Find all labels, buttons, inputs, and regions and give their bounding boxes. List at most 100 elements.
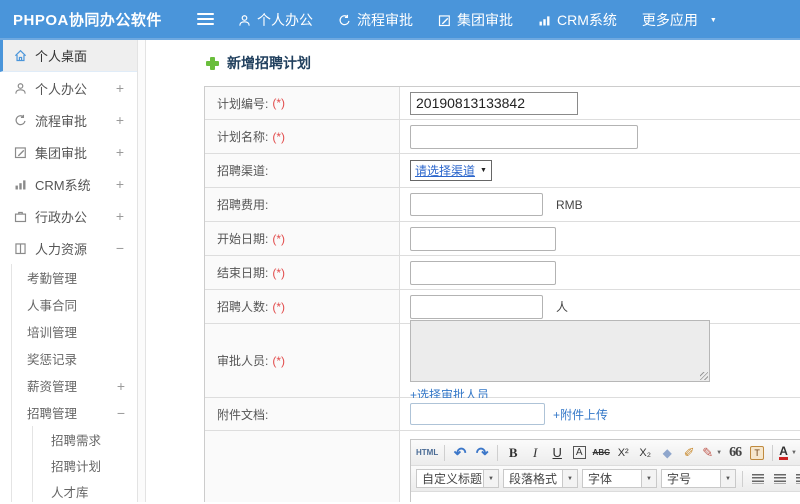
expand-icon[interactable]: + xyxy=(116,144,124,160)
nav-item-personal-office[interactable]: 个人办公 xyxy=(238,10,313,30)
fee-input[interactable] xyxy=(410,193,543,216)
form-row-fee: 招聘费用: RMB xyxy=(205,188,800,222)
form-row-channel: 招聘渠道: 请选择渠道 ▼ xyxy=(205,154,800,188)
fee-unit: RMB xyxy=(556,197,583,212)
plan-name-input[interactable] xyxy=(410,124,638,149)
user-icon xyxy=(14,82,27,95)
collapse-icon[interactable]: − xyxy=(116,240,124,256)
superscript-button[interactable]: X² xyxy=(613,443,633,463)
strikethrough-button[interactable]: ABC xyxy=(591,443,611,463)
nav-item-process-approval[interactable]: 流程审批 xyxy=(338,10,413,30)
sidebar-item-admin-office[interactable]: 行政办公 + xyxy=(0,200,137,232)
sidebar-item-reward-record[interactable]: 奖惩记录 xyxy=(12,345,137,372)
sidebar-item-hr-contract[interactable]: 人事合同 xyxy=(12,291,137,318)
user-icon xyxy=(238,14,251,27)
required-marker: (*) xyxy=(272,299,286,314)
plan-no-input[interactable] xyxy=(410,91,578,115)
underline-button[interactable]: U xyxy=(547,443,567,463)
redo-button[interactable]: ↷ xyxy=(472,443,492,463)
expand-icon[interactable]: + xyxy=(116,80,124,96)
hamburger-menu-icon[interactable] xyxy=(197,13,214,28)
expand-icon[interactable]: + xyxy=(117,378,125,394)
end-date-label: 结束日期: xyxy=(217,266,269,280)
app-logo: PHPOA协同办公软件 xyxy=(13,11,162,29)
main-content: 新增招聘计划 计划编号: (*) 计划名称: (*) xyxy=(146,40,800,502)
resize-handle[interactable] xyxy=(700,372,708,380)
font-size-combo[interactable]: 字号 ▼ xyxy=(661,469,736,488)
required-marker: (*) xyxy=(272,231,286,246)
top-nav: 个人办公 流程审批 集团审批 CRM系统 更多应用 ▼ xyxy=(238,0,717,40)
headcount-input[interactable] xyxy=(410,294,543,319)
submenu: 考勤管理 人事合同 培训管理 奖惩记录 薪资管理 + 招聘管理 − 招聘需求 招… xyxy=(11,264,137,502)
source-code-button[interactable]: HTML xyxy=(415,443,439,463)
form-row-editor: HTML↶↷BIUAABCX²X₂◆✐✎▼66TA▼ab▼ 自定义标题 ▼ 段落… xyxy=(205,431,800,502)
eraser-button[interactable]: ◆ xyxy=(657,443,677,463)
editor-body[interactable] xyxy=(411,492,800,502)
sidebar-scrollbar[interactable] xyxy=(137,40,146,502)
auto-typeset-button[interactable]: A xyxy=(569,443,589,463)
align-right-button[interactable] xyxy=(792,469,800,489)
editor-toolbar-row1: HTML↶↷BIUAABCX²X₂◆✐✎▼66TA▼ab▼ xyxy=(411,440,800,466)
sidebar-item-process-approval[interactable]: 流程审批 + xyxy=(0,104,137,136)
format-painter-button[interactable]: ✐ xyxy=(679,443,699,463)
align-center-button[interactable] xyxy=(770,469,790,489)
submenu: 招聘需求 招聘计划 人才库 xyxy=(32,426,137,502)
nav-item-more-apps[interactable]: 更多应用 ▼ xyxy=(642,10,717,30)
sidebar-item-personal-desktop[interactable]: 个人桌面 xyxy=(0,40,137,72)
sidebar-item-group-approval[interactable]: 集团审批 + xyxy=(0,136,137,168)
collapse-icon[interactable]: − xyxy=(117,405,125,421)
caret-down-icon: ▼ xyxy=(484,469,499,488)
font-color-button[interactable]: A ▼ xyxy=(778,443,798,463)
approver-textarea[interactable] xyxy=(410,320,710,382)
blockquote-button[interactable]: 66 xyxy=(725,443,745,463)
font-family-combo[interactable]: 字体 ▼ xyxy=(582,469,657,488)
form-row-plan-name: 计划名称: (*) xyxy=(205,120,800,154)
expand-icon[interactable]: + xyxy=(116,176,124,192)
sidebar-item-salary[interactable]: 薪资管理 + xyxy=(12,372,137,399)
bold-button[interactable]: B xyxy=(503,443,523,463)
sidebar-item-training[interactable]: 培训管理 xyxy=(12,318,137,345)
sidebar: 个人桌面 个人办公 + 流程审批 + 集团审批 + CRM系统 + 行政办公 +… xyxy=(0,40,137,502)
undo-button[interactable]: ↶ xyxy=(450,443,470,463)
caret-down-icon: ▼ xyxy=(709,16,717,24)
start-date-input[interactable] xyxy=(410,226,556,251)
custom-title-combo[interactable]: 自定义标题 ▼ xyxy=(416,469,499,488)
attachment-input[interactable] xyxy=(410,403,545,425)
required-marker: (*) xyxy=(272,265,286,280)
form-row-end-date: 结束日期: (*) xyxy=(205,256,800,290)
sidebar-item-recruit-plan[interactable]: 招聘计划 xyxy=(33,452,137,478)
channel-select-value: 请选择渠道 xyxy=(415,164,476,178)
sidebar-item-personal-office[interactable]: 个人办公 + xyxy=(0,72,137,104)
sidebar-item-crm-system[interactable]: CRM系统 + xyxy=(0,168,137,200)
sidebar-item-recruit[interactable]: 招聘管理 − xyxy=(12,399,137,426)
editor-toolbar-row2: 自定义标题 ▼ 段落格式 ▼ 字体 ▼ 字号 ▼ ∞ xyxy=(411,466,800,492)
channel-select[interactable]: 请选择渠道 ▼ xyxy=(410,160,492,181)
flow-icon xyxy=(14,114,27,127)
fee-label: 招聘费用: xyxy=(217,198,269,212)
expand-icon[interactable]: + xyxy=(116,208,124,224)
form-row-start-date: 开始日期: (*) xyxy=(205,222,800,256)
end-date-input[interactable] xyxy=(410,260,556,285)
toolbar-separator xyxy=(772,444,774,461)
paragraph-format-combo[interactable]: 段落格式 ▼ xyxy=(503,469,578,488)
attachment-upload-link[interactable]: +附件上传 xyxy=(553,406,608,423)
nav-item-crm-system[interactable]: CRM系统 xyxy=(538,10,617,30)
sidebar-item-talent-pool[interactable]: 人才库 xyxy=(33,478,137,502)
subscript-button[interactable]: X₂ xyxy=(635,443,655,463)
sidebar-item-hr[interactable]: 人力资源 − xyxy=(0,232,137,264)
body: 个人桌面 个人办公 + 流程审批 + 集团审批 + CRM系统 + 行政办公 +… xyxy=(0,40,800,502)
sidebar-item-recruit-need[interactable]: 招聘需求 xyxy=(33,426,137,452)
plan-no-label: 计划编号: xyxy=(217,96,269,111)
sidebar-item-attendance[interactable]: 考勤管理 xyxy=(12,264,137,291)
highlight-brush-button[interactable]: ✎ ▼ xyxy=(701,443,723,463)
align-left-button[interactable] xyxy=(748,469,768,489)
toolbar-separator xyxy=(742,470,743,487)
recruit-plan-form: 计划编号: (*) 计划名称: (*) xyxy=(204,86,800,502)
paste-plain-text-button[interactable]: T xyxy=(747,443,767,463)
caret-down-icon: ▼ xyxy=(716,449,723,456)
expand-icon[interactable]: + xyxy=(116,112,124,128)
italic-button[interactable]: I xyxy=(525,443,545,463)
form-row-plan-no: 计划编号: (*) xyxy=(205,87,800,120)
nav-item-group-approval[interactable]: 集团审批 xyxy=(438,10,513,30)
required-marker: (*) xyxy=(272,353,286,368)
